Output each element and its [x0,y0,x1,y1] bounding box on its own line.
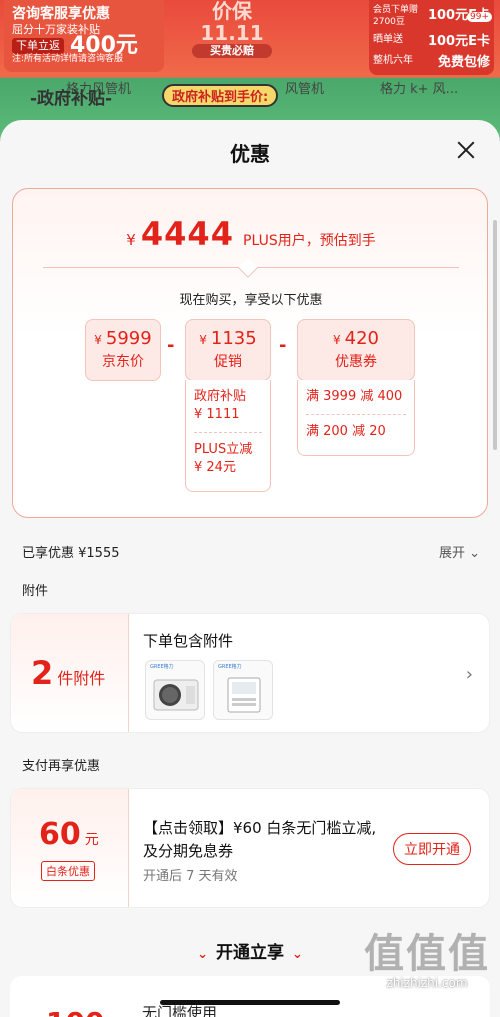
gov-subsidy-tag: 政府补贴到手价: [162,84,279,107]
now-buy-text: 现在购买，享受以下优惠 [179,293,323,308]
coupon-box: ¥420 优惠券 [297,319,415,381]
gift-tag1: 会员下单赠 [373,5,419,15]
coupon-details: 满 3999 减 400 满 200 减 20 [297,380,415,456]
final-price-value: 4444 [140,215,234,253]
accessory-count-unit: 件附件 [57,669,106,688]
member-gift-promo[interactable]: 会员下单赠 2700豆 100元E卡 晒单送 100元E卡 整机六年 免费包修 9… [369,0,494,75]
jd-price-box: ¥5999 京东价 [85,319,161,381]
sheet-title: 优惠 [230,142,270,166]
scrollbar[interactable] [493,220,497,450]
brand-logo: GREE格力 [150,664,174,670]
watermark-logo: 值值值 [364,931,490,977]
price-protect-date: 11.11 [200,21,264,45]
gov-subsidy-label: -政府补贴- [30,89,113,109]
outdoor-unit-icon [153,679,199,711]
price-summary-card: ¥ 4444 PLUS用户，预估到手 现在购买，享受以下优惠 ¥5999 京东价… [12,188,488,518]
watermark-url: zhizhizhi.com [386,976,468,990]
discount-sheet: 优惠 ¥ 4444 PLUS用户，预估到手 现在购买，享受以下优惠 ¥5999 … [0,120,500,1017]
gift-count-badge: 99+ [467,12,492,22]
controller-icon [227,677,261,713]
open-now-button[interactable]: 立即开通 [393,833,471,865]
accessory-thumb-outdoor-unit[interactable]: GREE格力 [145,660,205,720]
baitiao-offer-card[interactable]: 60 元 白条优惠 【点击领取】¥60 白条无门槛立减,及分期免息券 开通后 7 … [10,788,490,908]
accessory-count-value: 2 [31,654,54,692]
price-protect-title: 价保 [212,0,252,23]
expand-toggle[interactable]: 展开 ⌄ [439,542,480,561]
promo-item-plus: PLUS立减 ¥ 24元 [194,442,253,475]
gift-line3: 免费包修 [437,55,490,70]
currency-symbol: ¥ [126,231,136,249]
brand-logo: GREE格力 [218,664,242,670]
price-protect-badge[interactable]: 价保 11.11 买贵必赔 [192,0,272,58]
chevron-down-icon: ⌄ [197,947,208,962]
baitiao-validity: 开通后 7 天有效 [143,869,238,884]
divider-notch [238,258,258,278]
currency-symbol: ¥ [94,333,102,347]
jd-price-value: 5999 [105,328,152,349]
baitiao-amount-value: 60 [39,817,81,852]
currency-symbol: ¥ [199,333,207,347]
price-protect-label: 买贵必赔 [192,44,272,58]
extra-coupon-amount: 100 [46,1006,104,1017]
coupon-item-1: 满 3999 减 400 [306,389,403,404]
promo-button: 下单立返 [12,38,64,54]
gift-tag2: 2700豆 [373,17,405,27]
promo-amount: 400元 [70,33,138,58]
baitiao-description: 【点击领取】¥60 白条无门槛立减,及分期免息券 [143,819,377,860]
home-indicator[interactable] [160,1000,340,1005]
gift-side2: 整机六年 [373,55,413,66]
related-product-2[interactable]: 风管机 [285,78,324,97]
baitiao-tag: 白条优惠 [41,861,95,881]
coupon-value: 420 [344,328,379,349]
promo-details: 政府补贴 ¥ 1111 PLUS立减 ¥ 24元 [185,380,271,492]
product-banner: 咨询客服享优惠 屈分十万家装补贴 下单立返 400元 注:所有活动详情请咨询客服… [0,0,500,140]
accessory-count: 2 件附件 [31,654,105,692]
accessory-thumb-controller[interactable]: GREE格力 [213,660,273,720]
service-promo[interactable]: 咨询客服享优惠 屈分十万家装补贴 下单立返 400元 注:所有活动详情请咨询客服 [4,0,164,72]
currency-symbol: ¥ [333,333,341,347]
promo-value: 1135 [210,328,257,349]
accessory-header: 附件 [22,584,49,599]
coupon-item-2: 满 200 减 20 [306,424,386,439]
open-benefits-label: 开通立享 [216,943,284,963]
minus-sign: - [167,335,175,356]
gift-line2: 100元E卡 [427,34,490,49]
close-icon[interactable] [454,138,478,162]
enjoyed-discount: 已享优惠 ¥1555 [22,546,120,561]
final-price-note: PLUS用户，预估到手 [243,233,376,249]
expand-label: 展开 [438,546,465,561]
promo-label: 促销 [214,354,242,370]
jd-price-label: 京东价 [102,354,144,370]
related-product-3[interactable]: 格力 k+ 风... [380,78,458,97]
coupon-label: 优惠券 [335,354,377,370]
promo-item-gov: 政府补贴 ¥ 1111 [194,389,247,422]
final-price: ¥ 4444 PLUS用户，预估到手 [13,215,489,253]
baitiao-amount: 60 元 [39,817,99,852]
gift-side1: 晒单送 [373,34,403,45]
promo-box: ¥1135 促销 [185,319,271,381]
chevron-right-icon[interactable]: › [466,664,473,685]
minus-sign: - [279,335,287,356]
chevron-down-icon: ⌄ [292,947,303,962]
accessory-card[interactable]: 2 件附件 下单包含附件 GREE格力 GREE格力 › [10,613,490,733]
watermark: 值值值 zhizhizhi.com [364,932,490,990]
pay-header: 支付再享优惠 [22,759,101,774]
chevron-down-icon: ⌄ [464,546,480,561]
promo-line1: 咨询客服享优惠 [12,6,110,22]
baitiao-amount-unit: 元 [84,832,99,848]
accessory-title: 下单包含附件 [143,632,234,650]
